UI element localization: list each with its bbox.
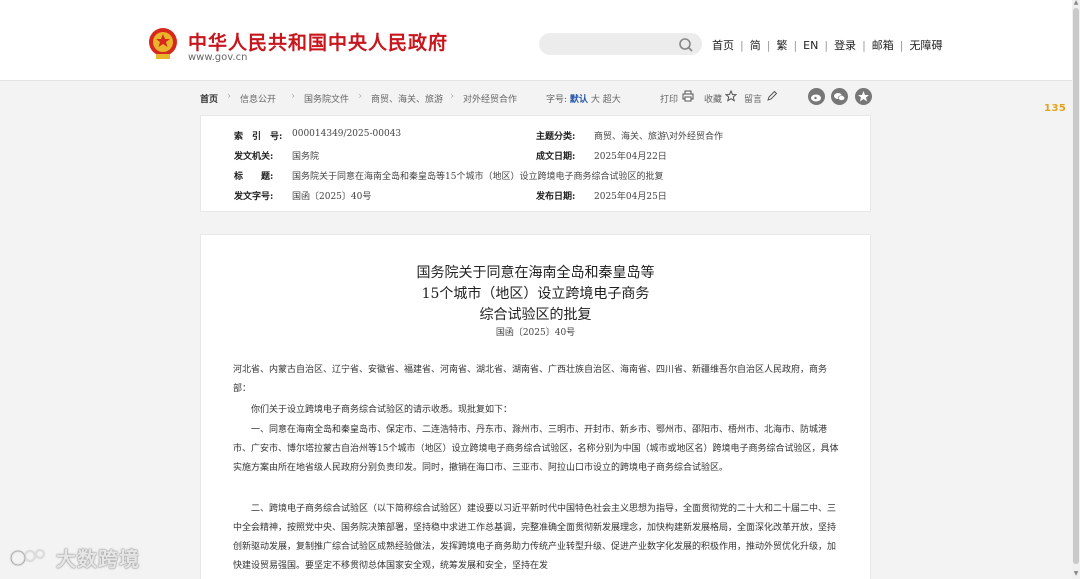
font-size-xlarge[interactable]: 超大 <box>603 95 621 105</box>
document-paragraph: 一、同意在海南全岛和秦皇岛市、保定市、二连浩特市、丹东市、滁州市、三明市、开封市… <box>233 425 839 473</box>
nav-english[interactable]: EN <box>803 39 818 52</box>
top-nav: 首页 | 简 | 繁 | EN | 登录 | 邮箱 | 无障碍 <box>712 37 943 53</box>
meta-published-value: 2025年04月25日 <box>594 192 667 202</box>
nav-divider: | <box>862 38 866 52</box>
chevron-right-icon: › <box>291 91 295 102</box>
nav-mail[interactable]: 邮箱 <box>872 37 894 53</box>
meta-subject-value: 商贸、海关、旅游\对外经贸合作 <box>594 132 724 142</box>
document-number: 国函〔2025〕40号 <box>495 328 576 338</box>
nav-simplified[interactable]: 简 <box>750 37 761 53</box>
national-emblem-icon[interactable] <box>147 26 179 60</box>
document-paragraph: 二、跨境电子商务综合试验区（以下简称综合试验区）建设要以习近平新时代中国特色社会… <box>233 504 837 571</box>
chevron-right-icon: › <box>227 91 231 102</box>
qzone-share-icon[interactable] <box>855 88 872 105</box>
nav-login[interactable]: 登录 <box>834 37 856 53</box>
meta-title-label: 标 题: <box>234 172 274 182</box>
nav-divider: | <box>793 38 798 52</box>
meta-created-label: 成文日期: <box>536 152 576 162</box>
scrollbar-thumb[interactable] <box>1073 8 1079 564</box>
scroll-up-icon[interactable]: ▲ <box>1073 0 1079 6</box>
nav-accessibility[interactable]: 无障碍 <box>910 37 943 53</box>
side-badge[interactable]: 135 <box>1044 103 1066 114</box>
chevron-right-icon: › <box>450 91 454 102</box>
document-paragraph: 你们关于设立跨境电子商务综合试验区的请示收悉。现批复如下： <box>251 405 513 415</box>
document-title-line: 15个城市（地区）设立跨境电子商务 <box>421 286 650 302</box>
nav-traditional[interactable]: 繁 <box>776 37 787 53</box>
watermark-logo-icon <box>9 548 46 566</box>
site-url: www.gov.cn <box>188 52 248 63</box>
breadcrumb-state-council-docs[interactable]: 国务院文件 <box>304 92 349 105</box>
breadcrumb-home[interactable]: 首页 <box>200 92 218 105</box>
breadcrumb-info[interactable]: 信息公开 <box>240 92 276 105</box>
document-body: 国务院关于同意在海南全岛和秦皇岛等 15个城市（地区）设立跨境电子商务 综合试验… <box>200 234 871 579</box>
meta-docno-value: 国函〔2025〕40号 <box>292 192 372 202</box>
printer-icon[interactable] <box>682 90 694 102</box>
document-metadata-panel: 索 引 号: 000014349/2025-00043 主题分类: 商贸、海关、… <box>200 115 871 212</box>
nav-divider: | <box>899 38 904 52</box>
weibo-share-icon[interactable] <box>808 88 825 105</box>
document-paragraph: 河北省、内蒙古自治区、辽宁省、安徽省、福建省、河南省、湖北省、湖南省、广西壮族自… <box>233 365 828 394</box>
meta-created-value: 2025年04月22日 <box>594 152 667 162</box>
font-size-large[interactable]: 大 <box>591 95 600 105</box>
meta-index-label: 索 引 号: <box>234 132 283 142</box>
meta-docno-label: 发文字号: <box>234 192 274 202</box>
document-title-line: 综合试验区的批复 <box>479 307 592 323</box>
watermark-text: 大数跨境 <box>56 547 140 571</box>
favorite-button[interactable]: 收藏 <box>704 92 722 105</box>
meta-subject-label: 主题分类: <box>536 132 576 142</box>
chevron-right-icon: › <box>358 91 362 102</box>
side-badge-text: 135 <box>1044 103 1067 114</box>
comment-button[interactable]: 留言 <box>744 92 762 105</box>
document-title-line: 国务院关于同意在海南全岛和秦皇岛等 <box>416 265 655 281</box>
breadcrumb-toolbar: 首页 › 信息公开 › 国务院文件 › 商贸、海关、旅游 › 对外经贸合作 字号… <box>200 88 872 108</box>
print-button[interactable]: 打印 <box>660 92 678 105</box>
meta-title-value: 国务院关于同意在海南全岛和秦皇岛等15个城市（地区）设立跨境电子商务综合试验区的… <box>292 172 664 182</box>
meta-index-value: 000014349/2025-00043 <box>292 129 402 139</box>
search-icon[interactable] <box>678 37 694 53</box>
nav-divider: | <box>824 38 829 52</box>
wechat-share-icon[interactable] <box>831 88 848 105</box>
font-size-label: 字号: <box>546 95 568 105</box>
font-size-control: 字号: 默认 大 超大 <box>546 92 621 105</box>
site-header: 中华人民共和国中央人民政府 www.gov.cn 首页 | 简 | 繁 | EN | 登… <box>0 0 1072 81</box>
nav-divider: | <box>766 38 771 52</box>
site-title[interactable]: 中华人民共和国中央人民政府 <box>188 28 448 55</box>
pencil-icon[interactable] <box>766 90 778 102</box>
meta-issuer-value: 国务院 <box>292 152 320 162</box>
watermark: 大数跨境 <box>8 543 140 572</box>
nav-divider: | <box>740 38 744 52</box>
breadcrumb-foreign-trade[interactable]: 对外经贸合作 <box>463 92 517 105</box>
scroll-down-icon[interactable]: ▼ <box>1073 571 1079 577</box>
star-icon[interactable] <box>725 90 737 102</box>
meta-issuer-label: 发文机关: <box>234 152 274 162</box>
font-size-default[interactable]: 默认 <box>570 95 588 105</box>
breadcrumb-trade[interactable]: 商贸、海关、旅游 <box>371 92 443 105</box>
nav-home[interactable]: 首页 <box>712 37 734 53</box>
meta-published-label: 发布日期: <box>536 192 576 202</box>
